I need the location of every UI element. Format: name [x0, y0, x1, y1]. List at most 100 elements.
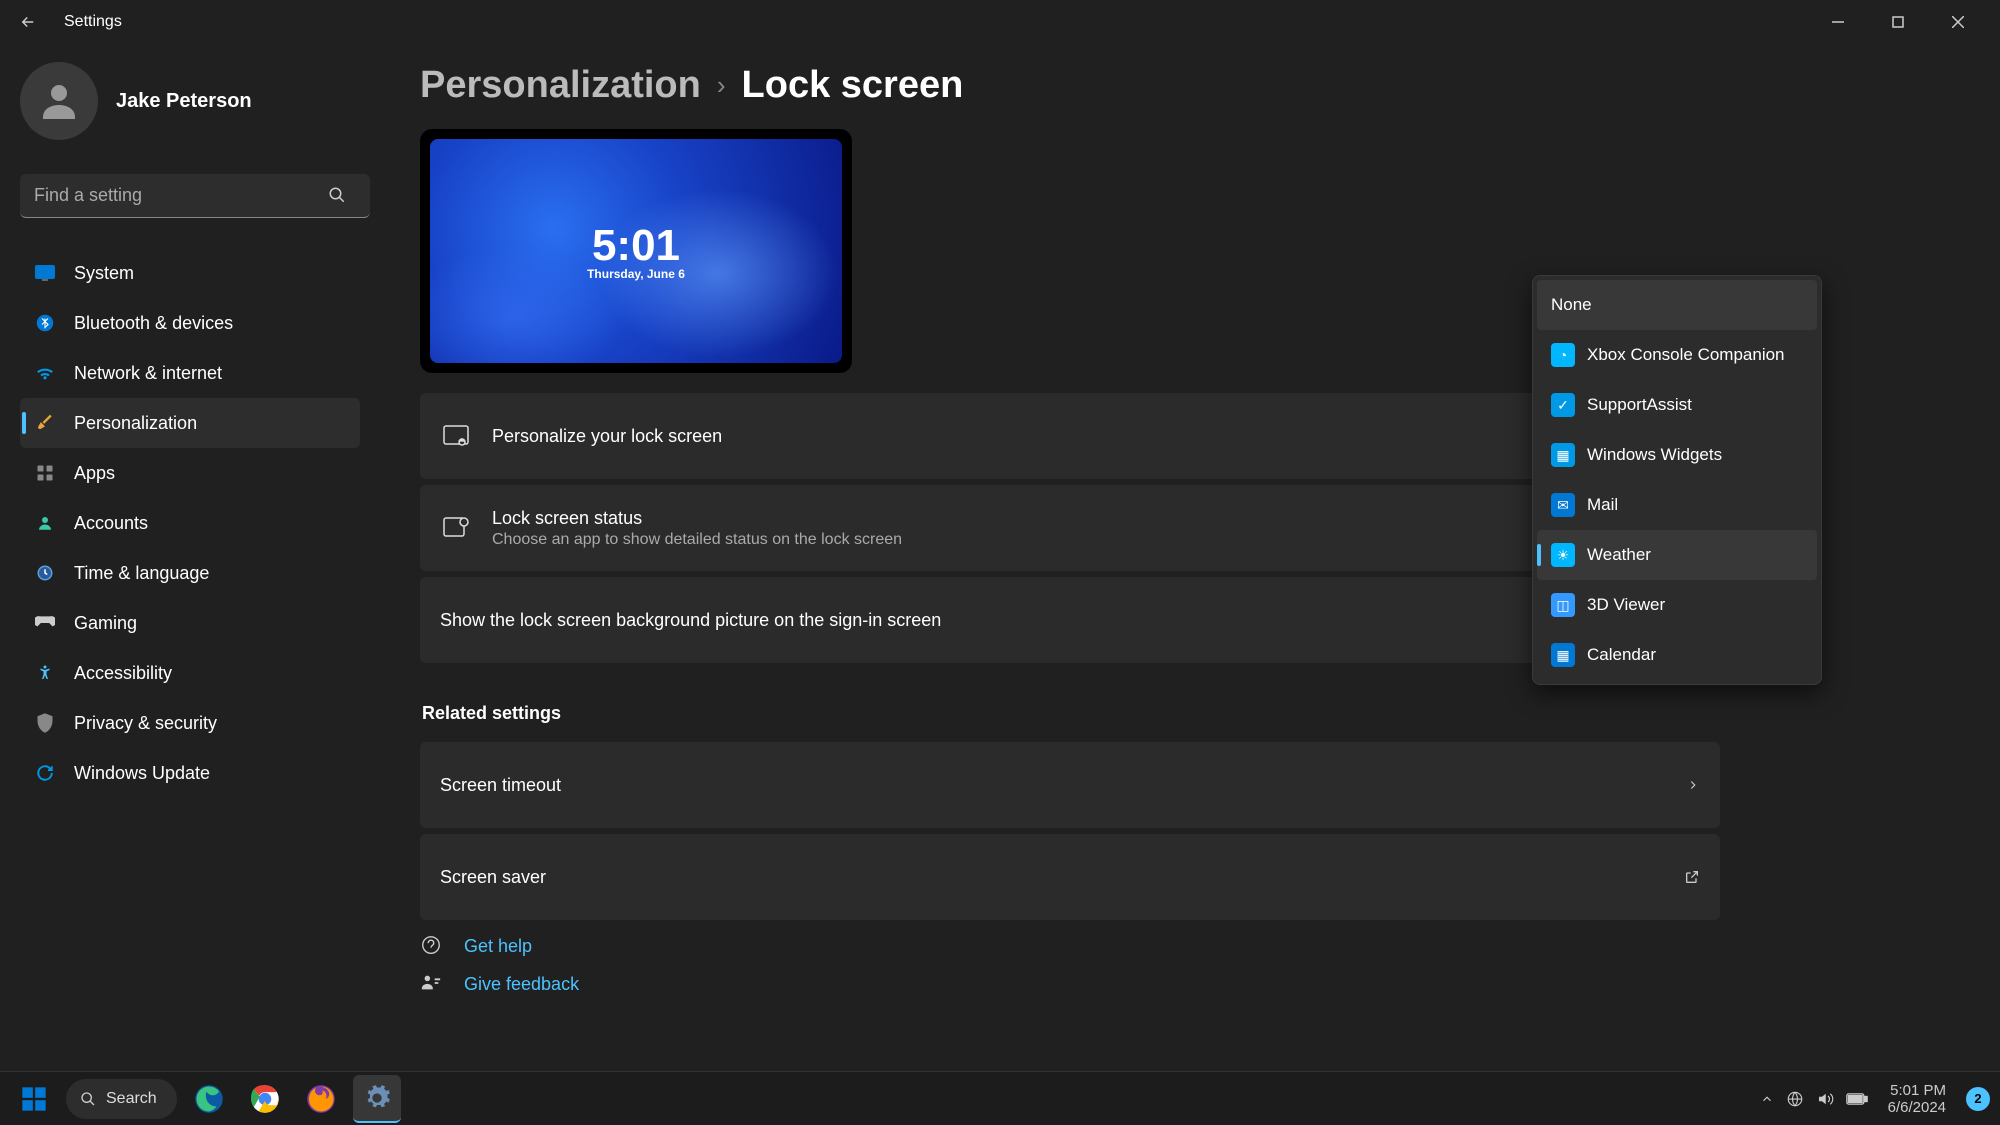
card-title: Show the lock screen background picture … [440, 610, 1700, 631]
personalize-card[interactable]: Personalize your lock screen Win [420, 393, 1720, 479]
nav-update[interactable]: Windows Update [20, 748, 360, 798]
display-icon [34, 262, 56, 284]
dropdown-label: None [1551, 295, 1592, 315]
taskbar: Search 5:01 PM 6/6/2024 2 [0, 1071, 2000, 1125]
dropdown-item-supportassist[interactable]: ✓SupportAssist [1537, 380, 1817, 430]
feedback-link-row: Give feedback [420, 972, 1960, 996]
nav-label: Accounts [74, 513, 148, 534]
dropdown-item-calendar[interactable]: ▦ Calendar [1537, 630, 1817, 680]
nav-time[interactable]: Time & language [20, 548, 360, 598]
picture-icon [440, 420, 472, 452]
status-card[interactable]: Lock screen status Choose an app to show… [420, 485, 1720, 571]
dropdown-label: Windows Widgets [1587, 445, 1722, 465]
taskbar-search-label: Search [106, 1090, 157, 1108]
tray-clock[interactable]: 5:01 PM 6/6/2024 [1888, 1082, 1946, 1116]
minimize-button[interactable] [1808, 0, 1868, 44]
tray-network-icon[interactable] [1786, 1090, 1804, 1108]
profile-block[interactable]: Jake Peterson [20, 62, 360, 140]
maximize-button[interactable] [1868, 0, 1928, 44]
sidebar: Jake Peterson System Bluetooth & devices… [0, 44, 380, 1071]
brush-icon [34, 412, 56, 434]
window-title: Settings [64, 13, 122, 31]
screen-timeout-card[interactable]: Screen timeout [420, 742, 1720, 828]
accessibility-icon [34, 662, 56, 684]
support-icon: ✓ [1551, 393, 1575, 417]
preview-time: 5:01 [592, 221, 680, 271]
taskbar-firefox[interactable] [297, 1075, 345, 1123]
card-subtitle: Choose an app to show detailed status on… [492, 531, 1700, 549]
tray-battery-icon[interactable] [1846, 1092, 1868, 1106]
nav-label: System [74, 263, 134, 284]
related-heading: Related settings [422, 703, 1960, 724]
chevron-right-icon [1686, 778, 1700, 792]
help-link-row: Get help [420, 934, 1960, 958]
dropdown-label: 3D Viewer [1587, 595, 1665, 615]
dropdown-label: Mail [1587, 495, 1618, 515]
system-tray: 5:01 PM 6/6/2024 2 [1760, 1082, 1990, 1116]
taskbar-search[interactable]: Search [66, 1079, 177, 1119]
nav-privacy[interactable]: Privacy & security [20, 698, 360, 748]
notification-badge[interactable]: 2 [1966, 1087, 1990, 1111]
dropdown-item-none[interactable]: None [1537, 280, 1817, 330]
nav-accessibility[interactable]: Accessibility [20, 648, 360, 698]
titlebar: Settings [0, 0, 2000, 44]
search-icon [80, 1091, 96, 1107]
dropdown-item-xbox[interactable]: ◔ Xbox Console Companion [1537, 330, 1817, 380]
search-icon [328, 186, 346, 204]
dropdown-label: Calendar [1587, 645, 1656, 665]
help-icon [420, 934, 444, 958]
close-button[interactable] [1928, 0, 1988, 44]
search-input[interactable] [20, 174, 370, 218]
xbox-icon: ◔ [1551, 343, 1575, 367]
start-button[interactable] [10, 1075, 58, 1123]
preview-date: Thursday, June 6 [587, 267, 685, 281]
nav-label: Apps [74, 463, 115, 484]
nav-label: Windows Update [74, 763, 210, 784]
feedback-icon [420, 972, 444, 996]
nav-bluetooth[interactable]: Bluetooth & devices [20, 298, 360, 348]
breadcrumb-category[interactable]: Personalization [420, 64, 701, 107]
taskbar-edge[interactable] [185, 1075, 233, 1123]
status-app-dropdown[interactable]: None ◔ Xbox Console Companion ✓SupportAss… [1532, 275, 1822, 685]
dropdown-item-mail[interactable]: ✉Mail [1537, 480, 1817, 530]
nav-label: Accessibility [74, 663, 172, 684]
tray-date: 6/6/2024 [1888, 1099, 1946, 1116]
avatar [20, 62, 98, 140]
nav-system[interactable]: System [20, 248, 360, 298]
tray-overflow-icon[interactable] [1760, 1092, 1774, 1106]
taskbar-chrome[interactable] [241, 1075, 289, 1123]
tray-time: 5:01 PM [1888, 1082, 1946, 1099]
dropdown-item-widgets[interactable]: ▦Windows Widgets [1537, 430, 1817, 480]
nav-gaming[interactable]: Gaming [20, 598, 360, 648]
nav-label: Network & internet [74, 363, 222, 384]
screen-saver-card[interactable]: Screen saver [420, 834, 1720, 920]
nav-label: Privacy & security [74, 713, 217, 734]
calendar-icon: ▦ [1551, 643, 1575, 667]
nav-apps[interactable]: Apps [20, 448, 360, 498]
person-icon [34, 512, 56, 534]
dropdown-label: Weather [1587, 545, 1651, 565]
give-feedback-link[interactable]: Give feedback [464, 974, 579, 995]
dropdown-label: Xbox Console Companion [1587, 345, 1785, 365]
external-link-icon [1684, 869, 1700, 885]
dropdown-item-3dviewer[interactable]: ◫3D Viewer [1537, 580, 1817, 630]
taskbar-settings[interactable] [353, 1075, 401, 1123]
signin-bg-card[interactable]: Show the lock screen background picture … [420, 577, 1720, 663]
nav-personalization[interactable]: Personalization [20, 398, 360, 448]
update-icon [34, 762, 56, 784]
nav-accounts[interactable]: Accounts [20, 498, 360, 548]
bluetooth-icon [34, 312, 56, 334]
nav-label: Time & language [74, 563, 209, 584]
chevron-right-icon: › [717, 70, 726, 101]
back-button[interactable] [12, 6, 44, 38]
tray-volume-icon[interactable] [1816, 1090, 1834, 1108]
get-help-link[interactable]: Get help [464, 936, 532, 957]
gamepad-icon [34, 612, 56, 634]
nav-network[interactable]: Network & internet [20, 348, 360, 398]
shield-icon [34, 712, 56, 734]
dropdown-item-weather[interactable]: ☀Weather [1537, 530, 1817, 580]
status-icon [440, 512, 472, 544]
clock-icon [34, 562, 56, 584]
nav-list: System Bluetooth & devices Network & int… [20, 248, 360, 798]
wifi-icon [34, 362, 56, 384]
